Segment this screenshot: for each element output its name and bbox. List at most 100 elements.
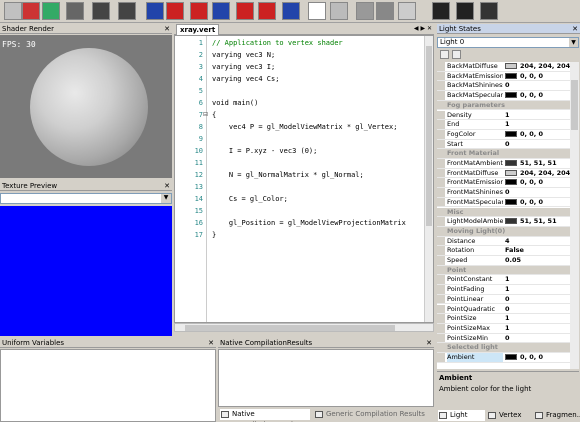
property-category[interactable]: Misc (437, 207, 570, 218)
property-category[interactable]: Point (437, 265, 570, 276)
property-value[interactable]: 0 (505, 305, 510, 314)
uniform-variables-list[interactable] (0, 349, 216, 422)
property-value[interactable]: 0, 0, 0 (505, 72, 543, 81)
property-row[interactable]: PointSize 1 (437, 314, 570, 324)
scroll-thumb[interactable] (571, 80, 578, 130)
close-icon[interactable]: ✕ (164, 24, 170, 34)
close-icon[interactable]: ✕ (208, 338, 214, 348)
tab-controls[interactable]: ◀ ▶ ✕ (414, 24, 432, 34)
property-row[interactable]: BackMatDiffuse 204, 204, 204 (437, 62, 570, 72)
property-value[interactable]: 0 (505, 81, 510, 90)
property-row[interactable]: Density 1 (437, 110, 570, 121)
shader-icon[interactable] (282, 2, 300, 20)
property-value[interactable]: 0 (505, 334, 510, 343)
property-category[interactable]: Moving Light(0) (437, 226, 570, 237)
close-icon[interactable]: ✕ (426, 338, 432, 348)
image-icon[interactable] (118, 2, 136, 20)
chevron-down-icon[interactable]: ▼ (161, 194, 171, 203)
property-row[interactable]: Rotation False (437, 246, 570, 256)
property-value[interactable]: 51, 51, 51 (505, 159, 557, 168)
property-row[interactable]: PointLinear 0 (437, 294, 570, 305)
editor-vertical-scrollbar[interactable] (424, 36, 433, 322)
property-row[interactable]: PointConstant 1 (437, 275, 570, 286)
property-value[interactable]: 0, 0, 0 (505, 353, 543, 362)
fullscreen-icon[interactable] (456, 2, 474, 20)
plane-icon[interactable] (308, 2, 326, 20)
property-row[interactable]: End 1 (437, 120, 570, 130)
property-row[interactable]: FrontMatShininess 0 (437, 188, 570, 198)
property-value[interactable]: 0.05 (505, 256, 521, 265)
close-icon[interactable]: ✕ (572, 24, 578, 34)
refresh-icon[interactable] (42, 2, 60, 20)
shader-icon[interactable] (212, 2, 230, 20)
property-value[interactable]: 1 (505, 111, 510, 120)
property-value[interactable]: 0, 0, 0 (505, 91, 543, 100)
shader-icon[interactable] (258, 2, 276, 20)
property-value[interactable]: 0, 0, 0 (505, 130, 543, 139)
property-value[interactable]: 1 (505, 285, 510, 294)
property-row[interactable]: PointSizeMin 0 (437, 333, 570, 344)
texture-select[interactable]: ▼ (0, 193, 172, 204)
chevron-down-icon[interactable]: ▼ (569, 38, 578, 47)
property-value[interactable]: 1 (505, 324, 510, 333)
property-value[interactable]: 204, 204, 204 (505, 62, 570, 71)
property-value[interactable]: 0 (505, 295, 510, 304)
property-value[interactable]: 51, 51, 51 (505, 217, 557, 226)
scroll-thumb[interactable] (426, 46, 432, 226)
new-icon[interactable] (4, 2, 22, 20)
property-category[interactable]: Front Material (437, 149, 570, 159)
property-row[interactable]: FogColor 0, 0, 0 (437, 129, 570, 140)
property-value[interactable]: 204, 204, 204 (505, 169, 570, 178)
property-row[interactable]: BackMatShininess 0 (437, 81, 570, 92)
tab-xray-vert[interactable]: xray.vert (176, 24, 220, 35)
property-row[interactable]: BackMatSpecular 0, 0, 0 (437, 91, 570, 101)
property-value[interactable]: 0 (505, 188, 510, 197)
code-editor[interactable]: 1 2 3 4 5 6 7 8 9 10 11 12 13 14 15 16 17 ⊟ // Applicatio… (174, 35, 434, 323)
gear-icon[interactable] (480, 2, 498, 20)
shader-render-viewport[interactable]: FPS: 30 (0, 35, 172, 178)
categorized-icon[interactable] (440, 50, 449, 59)
image-icon[interactable] (66, 2, 84, 20)
fold-icon[interactable]: ⊟ (203, 111, 209, 118)
image-icon[interactable] (92, 2, 110, 20)
tab-vertex-states[interactable]: Vertex S... (487, 410, 533, 421)
property-row[interactable]: Start 0 (437, 139, 570, 150)
property-value[interactable]: 1 (505, 275, 510, 284)
shader-icon[interactable] (146, 2, 164, 20)
property-category[interactable]: Selected light (437, 343, 570, 353)
property-value[interactable]: 1 (505, 120, 510, 129)
editor-horizontal-scrollbar[interactable] (174, 323, 434, 332)
property-row[interactable]: FrontMatEmission 0, 0, 0 (437, 178, 570, 189)
property-value[interactable]: 0, 0, 0 (505, 198, 543, 207)
properties-vertical-scrollbar[interactable] (570, 62, 579, 369)
property-value[interactable]: False (505, 246, 524, 255)
light-select[interactable]: Light 0 ▼ (437, 37, 579, 48)
property-row[interactable]: FrontMatDiffuse 204, 204, 204 (437, 168, 570, 179)
sphere-icon[interactable] (356, 2, 374, 20)
tab-light-states[interactable]: Light Sta... (438, 410, 485, 421)
tab-generic-compilation[interactable]: Generic Compilation Results (314, 409, 425, 420)
property-value[interactable]: 1 (505, 314, 510, 323)
property-value[interactable]: 0 (505, 140, 510, 149)
scroll-thumb[interactable] (185, 325, 395, 331)
property-row[interactable]: Ambient 0, 0, 0 (437, 353, 570, 363)
property-row[interactable]: Speed 0.05 (437, 256, 570, 266)
property-row[interactable]: PointFading 1 (437, 285, 570, 295)
cube-icon[interactable] (330, 2, 348, 20)
property-row[interactable]: FrontMatSpecular 0, 0, 0 (437, 197, 570, 208)
property-value[interactable]: 4 (505, 237, 510, 246)
light-properties-grid[interactable]: BackMatDiffuse 204, 204, 204 BackMatEmissi… (437, 62, 579, 369)
sort-alpha-icon[interactable] (452, 50, 461, 59)
shader-icon[interactable] (236, 2, 254, 20)
native-compilation-output[interactable] (218, 349, 434, 407)
teapot-icon[interactable] (376, 2, 394, 20)
shader-icon[interactable] (166, 2, 184, 20)
undo-icon[interactable] (22, 2, 40, 20)
property-value[interactable]: 0, 0, 0 (505, 178, 543, 187)
property-row[interactable]: FrontMatAmbient 51, 51, 51 (437, 159, 570, 169)
fullscreen-icon[interactable] (432, 2, 450, 20)
property-row[interactable]: PointSizeMax 1 (437, 323, 570, 334)
close-icon[interactable]: ✕ (164, 181, 170, 191)
tab-native-compilation[interactable]: Native CompilationResults (220, 409, 310, 422)
dropper-icon[interactable] (398, 2, 416, 20)
